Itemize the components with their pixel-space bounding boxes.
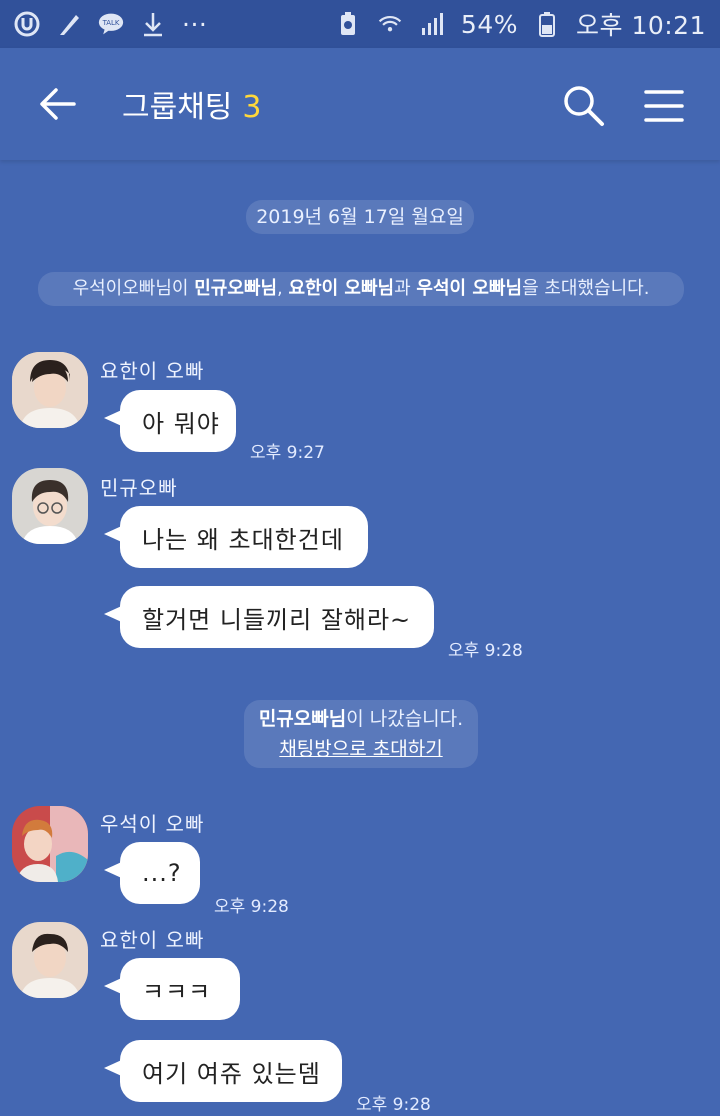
message-time: 오후 9:28 — [448, 641, 523, 661]
leave-notice-line: 민규오빠님이 나갔습니다. — [244, 704, 478, 734]
bubble-tail — [104, 408, 126, 428]
battery-percent: 54% — [460, 9, 518, 39]
profile-photo — [12, 352, 88, 428]
battery-saver-icon — [335, 11, 361, 37]
profile-photo — [12, 806, 88, 882]
invite-notice-part4: 요한이 오빠님 — [288, 278, 395, 299]
invite-notice-part1: 우석이오빠님이 — [72, 278, 189, 299]
message-bubble[interactable]: ...? — [104, 842, 200, 904]
bubble-tail — [104, 524, 126, 544]
member-count[interactable]: 3 — [242, 90, 261, 125]
back-arrow-icon — [40, 88, 76, 120]
status-bar: TALK ··· 54% 오후 10:21 — [0, 0, 720, 48]
sender-name: 요한이 오빠 — [100, 359, 205, 383]
sender-name: 요한이 오빠 — [100, 928, 205, 952]
search-icon — [564, 86, 604, 126]
message-text: 나는 왜 초대한건데 — [142, 525, 344, 554]
chat-title: 그룹채팅 3 — [122, 82, 262, 126]
invite-notice-part3: , — [277, 278, 289, 299]
message-bubble[interactable]: 할거면 니들끼리 잘해라~ — [104, 586, 434, 648]
message-bubble[interactable]: 나는 왜 초대한건데 — [104, 506, 368, 568]
avatar-yohan[interactable] — [12, 922, 88, 998]
date-divider: 2019년 6월 17일 월요일 — [246, 200, 474, 234]
message-time: 오후 9:28 — [356, 1095, 431, 1115]
profile-photo — [12, 922, 88, 998]
clock: 오후 10:21 — [576, 11, 706, 40]
more-dots-icon: ··· — [182, 9, 208, 39]
message-text: 여기 여쥬 있는뎀 — [142, 1059, 321, 1088]
system-status: 54% 오후 10:21 — [335, 6, 706, 42]
message-text: 할거면 니들끼리 잘해라~ — [142, 605, 412, 634]
invite-notice-part2: 민규오빠님 — [194, 278, 278, 299]
notification-icons: TALK ··· — [14, 10, 207, 39]
bubble-tail — [104, 976, 126, 996]
invite-notice: 우석이오빠님이 민규오빠님, 요한이 오빠님과 우석이 오빠님을 초대했습니다. — [38, 272, 684, 306]
bubble-tail — [104, 860, 126, 880]
message-time: 오후 9:27 — [250, 443, 325, 463]
download-icon — [140, 11, 166, 37]
menu-button[interactable] — [642, 86, 686, 126]
chat-header: 그룹채팅 3 — [0, 48, 720, 160]
u-plus-icon — [14, 11, 40, 37]
battery-icon — [534, 11, 560, 37]
leave-notice: 민규오빠님이 나갔습니다. 채팅방으로 초대하기 — [244, 700, 478, 768]
leave-notice-name: 민규오빠님 — [258, 708, 347, 730]
invite-notice-part7: 을 초대했습니다. — [522, 278, 650, 299]
kakaotalk-icon: TALK — [98, 11, 124, 37]
message-text: 아 뭐야 — [142, 409, 220, 438]
chat-room-name: 그룹채팅 — [122, 90, 233, 125]
search-button[interactable] — [560, 82, 608, 130]
quill-icon — [56, 11, 82, 37]
back-button[interactable] — [36, 84, 80, 124]
hamburger-menu-icon — [644, 90, 684, 122]
avatar-wooseok[interactable] — [12, 806, 88, 882]
date-divider-text: 2019년 6월 17일 월요일 — [256, 206, 464, 228]
message-time: 오후 9:28 — [214, 897, 289, 917]
message-text: ...? — [142, 859, 182, 887]
sender-name: 민규오빠 — [100, 476, 178, 500]
avatar-mingyu[interactable] — [12, 468, 88, 544]
wifi-icon — [377, 11, 403, 37]
profile-photo — [12, 468, 88, 544]
message-text: ㅋㅋㅋ — [142, 977, 212, 1006]
leave-notice-text: 이 나갔습니다. — [346, 708, 464, 730]
message-bubble[interactable]: 아 뭐야 — [104, 390, 236, 452]
bubble-tail — [104, 604, 126, 624]
invite-notice-part6: 우석이 오빠님 — [416, 278, 523, 299]
signal-icon — [419, 11, 445, 37]
invite-notice-part5: 과 — [394, 278, 417, 299]
message-bubble[interactable]: ㅋㅋㅋ — [104, 958, 240, 1020]
message-bubble[interactable]: 여기 여쥬 있는뎀 — [104, 1040, 342, 1102]
svg-text:TALK: TALK — [102, 19, 120, 27]
avatar-yohan[interactable] — [12, 352, 88, 428]
sender-name: 우석이 오빠 — [100, 812, 205, 836]
reinvite-link[interactable]: 채팅방으로 초대하기 — [279, 738, 442, 760]
bubble-tail — [104, 1058, 126, 1078]
